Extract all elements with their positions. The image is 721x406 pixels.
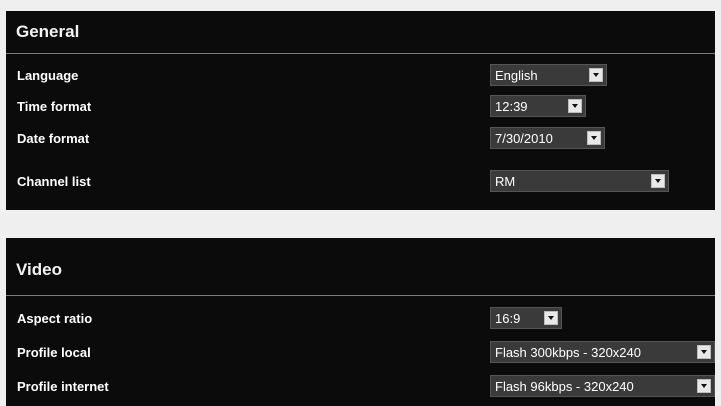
aspect-ratio-select[interactable]: 16:9 xyxy=(490,307,562,329)
date-format-label: Date format xyxy=(17,131,90,146)
time-format-select[interactable]: 12:39 xyxy=(490,95,586,117)
chevron-down-icon[interactable] xyxy=(568,99,582,113)
language-value: English xyxy=(495,68,538,83)
general-header: General xyxy=(6,11,715,54)
language-row: Language English xyxy=(6,63,715,90)
video-panel: Video Aspect ratio 16:9 Profile local Fl… xyxy=(6,238,715,406)
time-format-value: 12:39 xyxy=(495,99,528,114)
general-panel: General Language English Time format 12:… xyxy=(6,11,715,210)
channel-list-value: RM xyxy=(495,174,516,189)
profile-internet-select[interactable]: Flash 96kbps - 320x240 xyxy=(490,375,715,397)
profile-local-select[interactable]: Flash 300kbps - 320x240 xyxy=(490,341,715,363)
date-format-value: 7/30/2010 xyxy=(495,131,553,146)
aspect-ratio-value: 16:9 xyxy=(495,311,521,326)
profile-internet-value: Flash 96kbps - 320x240 xyxy=(495,379,634,394)
profile-local-value: Flash 300kbps - 320x240 xyxy=(495,345,641,360)
video-header: Video xyxy=(6,238,715,296)
chevron-down-icon[interactable] xyxy=(589,68,603,82)
profile-internet-row: Profile internet Flash 96kbps - 320x240 xyxy=(6,374,715,401)
chevron-down-icon[interactable] xyxy=(697,379,711,393)
chevron-down-icon[interactable] xyxy=(544,311,558,325)
time-format-label: Time format xyxy=(17,99,92,114)
language-label: Language xyxy=(17,68,79,83)
date-format-select[interactable]: 7/30/2010 xyxy=(490,127,605,149)
general-title: General xyxy=(16,22,80,41)
time-format-row: Time format 12:39 xyxy=(6,94,715,121)
aspect-ratio-row: Aspect ratio 16:9 xyxy=(6,306,715,333)
profile-internet-label: Profile internet xyxy=(17,379,109,394)
channel-list-row: Channel list RM xyxy=(6,169,715,196)
language-select[interactable]: English xyxy=(490,64,607,86)
video-title: Video xyxy=(16,260,62,279)
aspect-ratio-label: Aspect ratio xyxy=(17,311,93,326)
channel-list-select[interactable]: RM xyxy=(490,170,669,192)
profile-local-row: Profile local Flash 300kbps - 320x240 xyxy=(6,340,715,367)
chevron-down-icon[interactable] xyxy=(587,131,601,145)
chevron-down-icon[interactable] xyxy=(697,345,711,359)
date-format-row: Date format 7/30/2010 xyxy=(6,126,715,153)
profile-local-label: Profile local xyxy=(17,345,91,360)
channel-list-label: Channel list xyxy=(17,174,91,189)
chevron-down-icon[interactable] xyxy=(651,174,665,188)
